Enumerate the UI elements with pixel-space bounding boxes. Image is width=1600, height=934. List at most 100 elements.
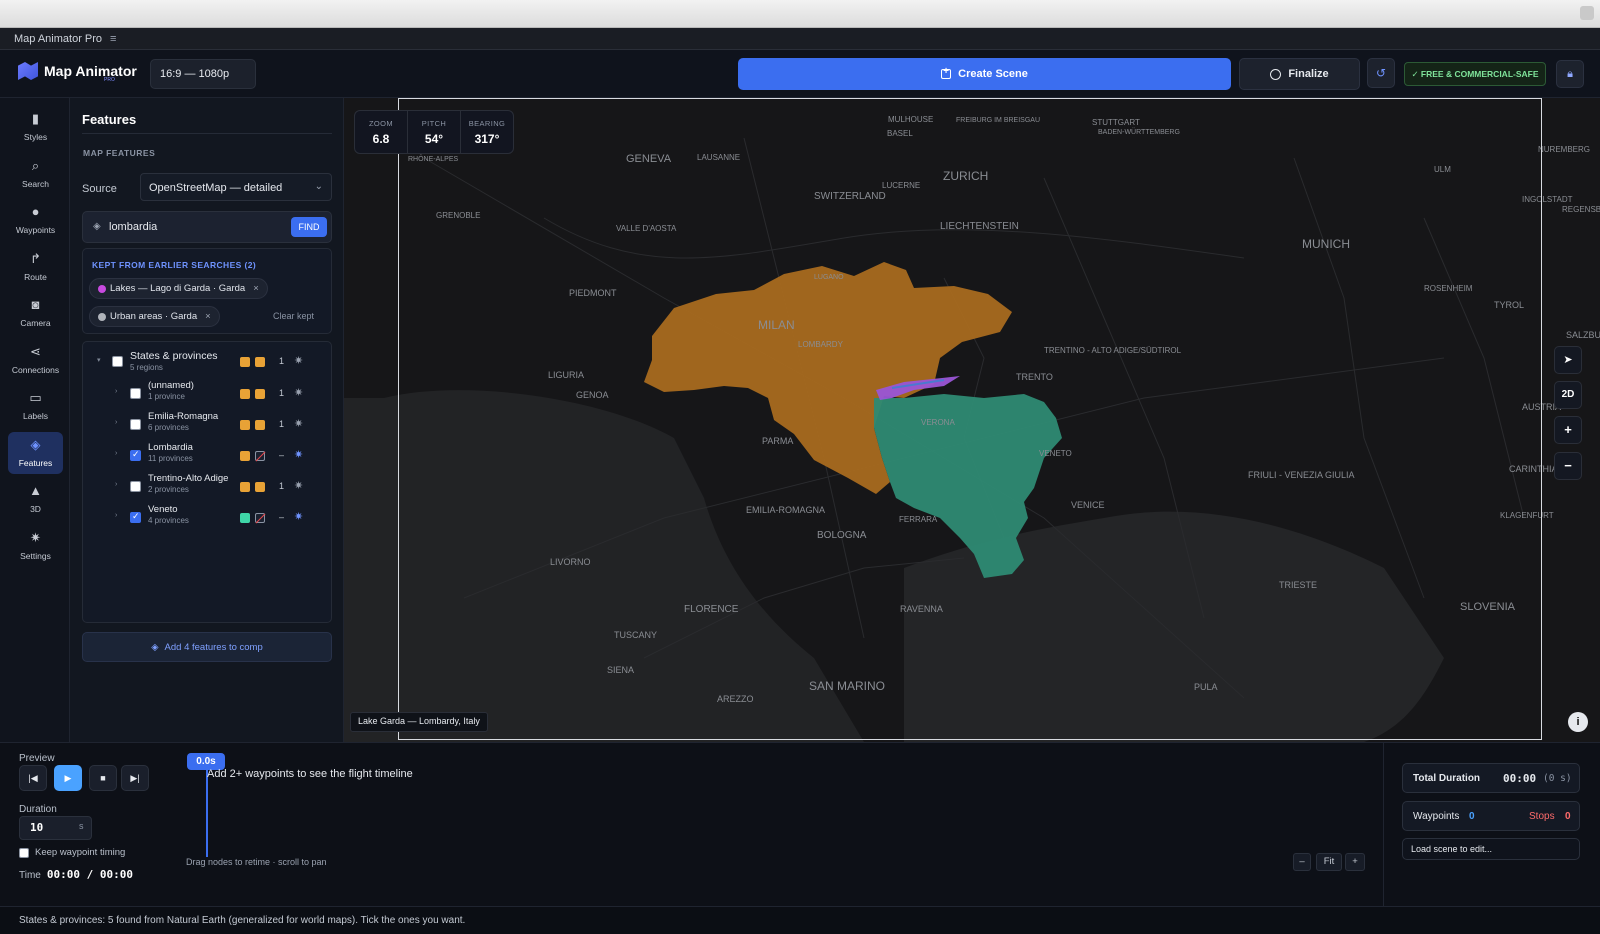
zoom-out-button[interactable]: − — [1554, 452, 1582, 480]
checkbox[interactable] — [130, 511, 141, 523]
map-label: VENETO — [1039, 449, 1072, 458]
stroke-swatch[interactable] — [255, 389, 265, 399]
logo-badge: PRO — [104, 77, 115, 83]
feature-row[interactable]: › Veneto4 provinces –✷ — [83, 504, 323, 534]
play-icon[interactable]: ▶ — [54, 765, 82, 791]
gear-icon[interactable]: ✷ — [294, 354, 303, 367]
fill-swatch[interactable] — [240, 389, 250, 399]
duration-label: Duration — [19, 804, 57, 815]
checkbox[interactable] — [130, 388, 141, 399]
bearing-readout: BEARING 317° — [461, 111, 513, 153]
find-button[interactable]: FIND — [291, 217, 327, 237]
kept-chip[interactable]: Lakes — Lago di Garda · Garda × — [89, 278, 268, 299]
checkbox[interactable] — [112, 356, 123, 367]
gear-icon[interactable]: ✷ — [294, 448, 303, 461]
view-mode-toggle[interactable]: 2D — [1554, 381, 1582, 409]
rail-item-waypoints[interactable]: ● Waypoints — [8, 199, 63, 241]
stroke-swatch[interactable] — [255, 482, 265, 492]
feature-row[interactable]: › (unnamed) 1 province 1 ✷ — [83, 380, 323, 410]
feature-count: 1 — [279, 419, 285, 429]
chevron-down-icon[interactable]: ▾ — [97, 356, 101, 364]
map-label: LUCERNE — [882, 181, 920, 190]
hamburger-icon[interactable]: ≡ — [110, 33, 116, 45]
close-icon[interactable]: × — [205, 311, 211, 322]
stroke-swatch[interactable] — [255, 513, 265, 523]
zoom-label: ZOOM — [368, 119, 394, 128]
rail-item-connections[interactable]: ⋖ Connections — [8, 339, 63, 381]
skip-forward-icon[interactable]: ▶| — [121, 765, 149, 791]
divider — [1383, 743, 1384, 907]
map-label: BASEL — [887, 129, 913, 138]
window-control-button[interactable] — [1580, 6, 1594, 20]
skip-back-icon[interactable]: |◀ — [19, 765, 47, 791]
load-scene-field[interactable]: Load scene to edit... — [1402, 838, 1580, 860]
feature-sub: 11 provinces — [148, 454, 193, 463]
chevron-right-icon[interactable]: › — [115, 450, 117, 457]
locate-icon[interactable]: ➤ — [1554, 346, 1582, 374]
map-graphic: GENEVA LAUSANNE ZURICH SWITZERLAND LIECHTENS… — [344, 98, 1600, 742]
total-duration-value: 00:00 — [1503, 772, 1537, 785]
rail-item-3d[interactable]: ▲ 3D — [8, 478, 63, 520]
rail-item-labels[interactable]: ▭ Labels — [8, 385, 63, 427]
close-icon[interactable]: × — [253, 283, 259, 294]
gear-icon[interactable]: ✷ — [294, 479, 303, 492]
fill-swatch[interactable] — [240, 513, 250, 523]
source-select[interactable]: OpenStreetMap — detailed ⌄ — [140, 173, 332, 201]
map-label: EMILIA-ROMAGNA — [746, 505, 825, 515]
zoom-in-button[interactable]: + — [1554, 416, 1582, 444]
map-canvas[interactable]: GENEVA LAUSANNE ZURICH SWITZERLAND LIECHTENS… — [344, 98, 1600, 742]
feature-row[interactable]: › Trentino-Alto Adige 2 provinces 1 ✷ — [83, 473, 323, 503]
map-label: STUTTGART — [1092, 118, 1140, 127]
chevron-right-icon[interactable]: › — [115, 419, 117, 426]
rail-item-camera[interactable]: ◙ Camera — [8, 292, 63, 334]
fill-swatch[interactable] — [240, 420, 250, 430]
stop-icon[interactable]: ■ — [89, 765, 117, 791]
chevron-right-icon[interactable]: › — [115, 388, 117, 395]
rail-item-route[interactable]: ↱ Route — [8, 246, 63, 288]
undo-icon[interactable]: ↺ — [1367, 58, 1395, 88]
fill-swatch[interactable] — [240, 451, 250, 461]
time-readout: Time 00:00 / 00:00 — [19, 868, 133, 881]
feature-name: (unnamed) — [148, 380, 194, 391]
info-icon[interactable]: i — [1568, 712, 1588, 732]
aspect-selector[interactable]: 16:9 — 1080p — [150, 59, 256, 89]
add-features-button[interactable]: ◈ Add 4 features to comp — [82, 632, 332, 662]
rail-item-styles[interactable]: ▮ Styles — [8, 106, 63, 148]
rail-item-search[interactable]: ⌕ Search — [8, 153, 63, 195]
checkbox[interactable] — [130, 449, 141, 461]
stroke-swatch[interactable] — [255, 420, 265, 430]
kept-chip[interactable]: Urban areas · Garda × — [89, 306, 220, 327]
checkbox[interactable] — [19, 847, 29, 858]
stroke-swatch[interactable] — [255, 451, 265, 461]
checkbox[interactable] — [130, 481, 141, 492]
map-label: MULHOUSE — [888, 115, 933, 124]
checkbox[interactable] — [130, 419, 141, 430]
map-label: VENICE — [1071, 500, 1105, 510]
gear-icon[interactable]: ✷ — [294, 510, 303, 523]
rail-item-features[interactable]: ◈ Features — [8, 431, 63, 474]
timeline-zoom-out-button[interactable]: – — [1293, 853, 1311, 871]
feature-search-input[interactable]: ◈ lombardia FIND — [82, 211, 332, 243]
finalize-button[interactable]: Finalize — [1239, 58, 1360, 90]
source-value: OpenStreetMap — detailed — [149, 182, 283, 194]
chevron-right-icon[interactable]: › — [115, 481, 117, 488]
rail-item-settings[interactable]: ✷ Settings — [8, 525, 63, 567]
logo: Map Animator — [18, 62, 137, 80]
feature-row[interactable]: › Emilia-Romagna 6 provinces 1 ✷ — [83, 411, 323, 441]
fill-swatch[interactable] — [240, 482, 250, 492]
timeline-fit-button[interactable]: Fit — [1316, 853, 1342, 871]
chevron-right-icon[interactable]: › — [115, 512, 117, 519]
playhead[interactable] — [206, 769, 208, 857]
lock-icon[interactable]: 🔒︎ — [1556, 60, 1584, 88]
feature-row[interactable]: ▾ States & provinces 5 regions 1 ✷ — [83, 348, 323, 378]
left-rail: ▮ Styles ⌕ Search ● Waypoints ↱ Route ◙ Camera ⋖ Co… — [0, 98, 70, 742]
clear-kept-link[interactable]: Clear kept — [273, 311, 314, 321]
gear-icon[interactable]: ✷ — [294, 417, 303, 430]
create-scene-button[interactable]: Create Scene — [738, 58, 1231, 90]
keep-timing-checkbox[interactable]: Keep waypoint timing — [19, 847, 125, 858]
gear-icon[interactable]: ✷ — [294, 386, 303, 399]
stroke-swatch[interactable] — [255, 357, 265, 367]
feature-row[interactable]: › Lombardia11 provinces –✷ — [83, 442, 323, 472]
timeline-zoom-in-button[interactable]: + — [1345, 853, 1365, 871]
fill-swatch[interactable] — [240, 357, 250, 367]
